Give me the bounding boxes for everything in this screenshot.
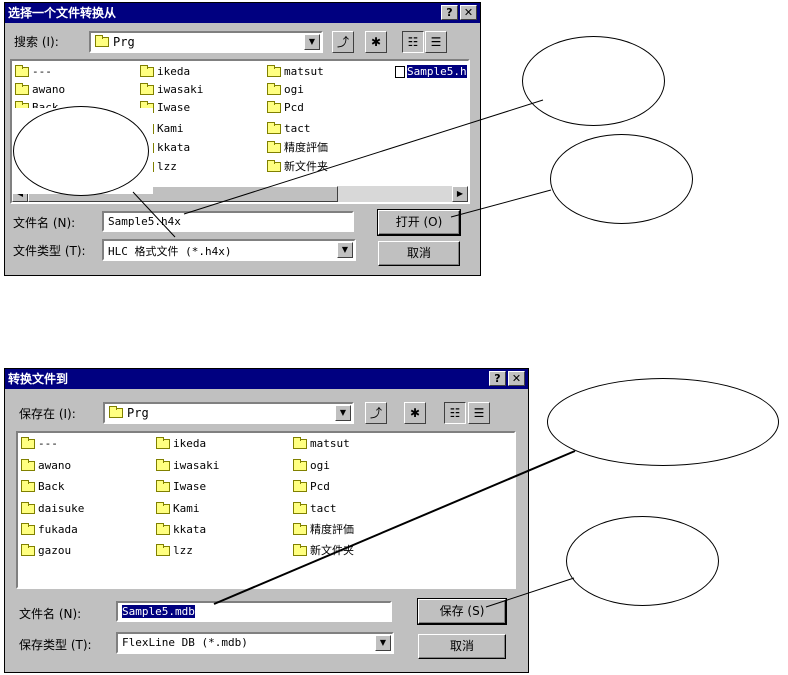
callout-lines bbox=[132, 99, 576, 608]
callout-line bbox=[183, 99, 544, 215]
callout-line bbox=[450, 189, 552, 218]
callout-line bbox=[485, 577, 575, 608]
callout-line bbox=[213, 450, 576, 605]
callout-line bbox=[132, 191, 176, 238]
